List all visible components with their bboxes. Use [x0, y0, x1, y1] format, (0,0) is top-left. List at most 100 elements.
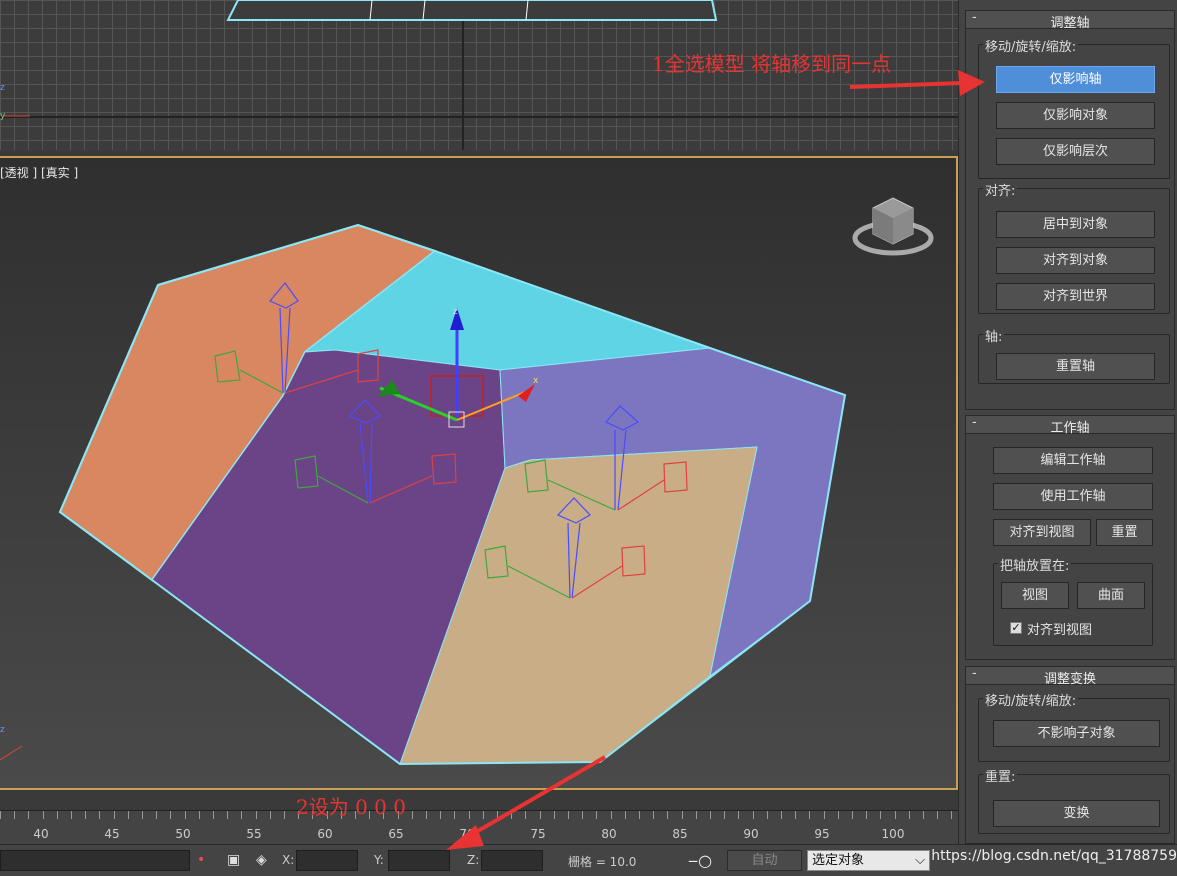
z-coordinate-input[interactable]	[481, 850, 543, 871]
ruler-tick	[85, 811, 86, 819]
ruler-tick	[738, 811, 739, 819]
ruler-tick	[128, 811, 129, 819]
align-to-world-button[interactable]: 对齐到世界	[996, 283, 1155, 310]
ruler-tick	[99, 811, 100, 819]
ruler-tick	[909, 811, 910, 819]
selection-set-value: 选定对象	[812, 853, 865, 868]
ruler-tick	[284, 811, 285, 819]
edit-working-pivot-button[interactable]: 编辑工作轴	[993, 447, 1153, 474]
align-to-view-checkbox[interactable]: ✓	[1010, 622, 1022, 634]
ruler-number: 100	[881, 827, 905, 841]
reset-transform-button[interactable]: 变换	[993, 800, 1160, 827]
ruler-tick	[256, 811, 257, 819]
ruler-tick	[596, 811, 597, 819]
ruler-tick	[625, 811, 626, 819]
dont-affect-children-button[interactable]: 不影响子对象	[993, 720, 1160, 747]
x-coordinate-input[interactable]	[296, 850, 358, 871]
ruler-tick	[667, 811, 668, 819]
svg-text:y: y	[0, 111, 6, 121]
ruler-tick	[696, 811, 697, 819]
adjust-transform-header[interactable]: - 调整变换	[966, 666, 1174, 687]
place-pivot-group: 把轴放置在: 视图 曲面 ✓ 对齐到视图	[993, 555, 1153, 646]
working-pivot-header[interactable]: - 工作轴	[966, 415, 1174, 436]
ruler-tick	[710, 811, 711, 819]
affect-object-only-button[interactable]: 仅影响对象	[996, 102, 1155, 129]
affect-pivot-only-button[interactable]: 仅影响轴	[996, 66, 1155, 93]
group-label: 把轴放置在:	[998, 555, 1072, 574]
ruler-tick	[682, 811, 683, 819]
ruler-tick	[895, 811, 896, 819]
ruler-tick	[270, 811, 271, 819]
ruler-number: 40	[33, 827, 49, 841]
ruler-tick	[582, 811, 583, 819]
ruler-tick	[426, 811, 427, 819]
group-label: 移动/旋转/缩放:	[983, 690, 1079, 709]
ruler-tick	[199, 811, 200, 819]
command-panel: - 调整轴 移动/旋转/缩放: 仅影响轴 仅影响对象 仅影响层次 对齐: 居中到…	[958, 0, 1177, 844]
ruler-tick	[511, 811, 512, 819]
adjust-pivot-header[interactable]: - 调整轴	[966, 10, 1174, 31]
x-label: X:	[282, 853, 295, 867]
rollout-title: 调整变换	[1043, 672, 1096, 687]
ruler-tick	[0, 811, 1, 819]
ruler-number: 75	[530, 827, 546, 841]
reset-pivot-button[interactable]: 重置轴	[996, 353, 1155, 380]
group-label: 轴:	[983, 326, 1005, 345]
ruler-tick	[454, 811, 455, 819]
ruler-tick	[568, 811, 569, 819]
lock-icon[interactable]: ▣	[227, 852, 240, 868]
reset-button[interactable]: 重置	[1096, 519, 1153, 546]
isolate-icon[interactable]: •	[197, 852, 205, 868]
grid-size-label: 栅格 = 10.0	[568, 855, 637, 869]
ruler-tick	[114, 811, 115, 819]
align-to-view-checkbox-label: 对齐到视图	[1027, 623, 1093, 638]
pivot-group: 轴: 重置轴	[978, 326, 1170, 384]
ruler-tick	[724, 811, 725, 819]
ruler-number: 65	[388, 827, 404, 841]
ruler-tick	[28, 811, 29, 819]
ruler-tick	[880, 811, 881, 819]
group-label: 对齐:	[983, 180, 1018, 199]
y-label: Y:	[374, 853, 384, 867]
watermark: https://blog.csdn.net/qq_31788759	[931, 848, 1177, 864]
ruler-tick	[156, 811, 157, 819]
timeline-ruler[interactable]: 40 45 50 55 60 65 70 75 80 85 90 95 100	[0, 810, 958, 844]
chevron-down-icon: ⌵	[915, 853, 925, 868]
ruler-tick	[497, 811, 498, 819]
ruler-number: 85	[672, 827, 688, 841]
y-coordinate-input[interactable]	[388, 850, 450, 871]
ruler-tick	[412, 811, 413, 819]
ruler-tick	[213, 811, 214, 819]
ruler-tick	[767, 811, 768, 819]
place-view-button[interactable]: 视图	[1001, 582, 1069, 609]
ruler-tick	[951, 811, 952, 819]
prompt-field[interactable]	[0, 850, 190, 871]
ruler-tick	[227, 811, 228, 819]
ruler-tick	[142, 811, 143, 819]
align-to-view-button[interactable]: 对齐到视图	[993, 519, 1091, 546]
view-cube-icon[interactable]	[852, 197, 934, 256]
reset-group: 重置: 变换	[978, 766, 1170, 834]
perspective-viewport[interactable]: [透视 ] [真实 ] z x z	[0, 156, 958, 790]
ruler-number: 80	[601, 827, 617, 841]
use-working-pivot-button[interactable]: 使用工作轴	[993, 483, 1153, 510]
absolute-mode-icon[interactable]: ◈	[256, 852, 267, 868]
model-geometry: z x z	[0, 197, 934, 766]
center-to-object-button[interactable]: 居中到对象	[996, 211, 1155, 238]
affect-hierarchy-only-button[interactable]: 仅影响层次	[996, 138, 1155, 165]
annotation-step-1: 1全选模型 将轴移到同一点	[652, 52, 892, 76]
align-to-object-button[interactable]: 对齐到对象	[996, 247, 1155, 274]
place-surface-button[interactable]: 曲面	[1077, 582, 1145, 609]
ruler-tick	[554, 811, 555, 819]
move-rotate-scale-group: 移动/旋转/缩放: 仅影响轴 仅影响对象 仅影响层次	[978, 36, 1170, 179]
ruler-tick	[937, 811, 938, 819]
ruler-tick	[43, 811, 44, 819]
auto-key-button[interactable]: 自动	[727, 850, 802, 871]
ruler-tick	[185, 811, 186, 819]
selection-set-dropdown[interactable]: 选定对象 ⌵	[807, 850, 930, 871]
ruler-tick	[469, 811, 470, 819]
ruler-tick	[866, 811, 867, 819]
key-icon[interactable]: ‒○	[688, 851, 712, 870]
adjust-pivot-rollout: - 调整轴 移动/旋转/缩放: 仅影响轴 仅影响对象 仅影响层次 对齐: 居中到…	[965, 10, 1175, 410]
group-label: 移动/旋转/缩放:	[983, 36, 1079, 55]
